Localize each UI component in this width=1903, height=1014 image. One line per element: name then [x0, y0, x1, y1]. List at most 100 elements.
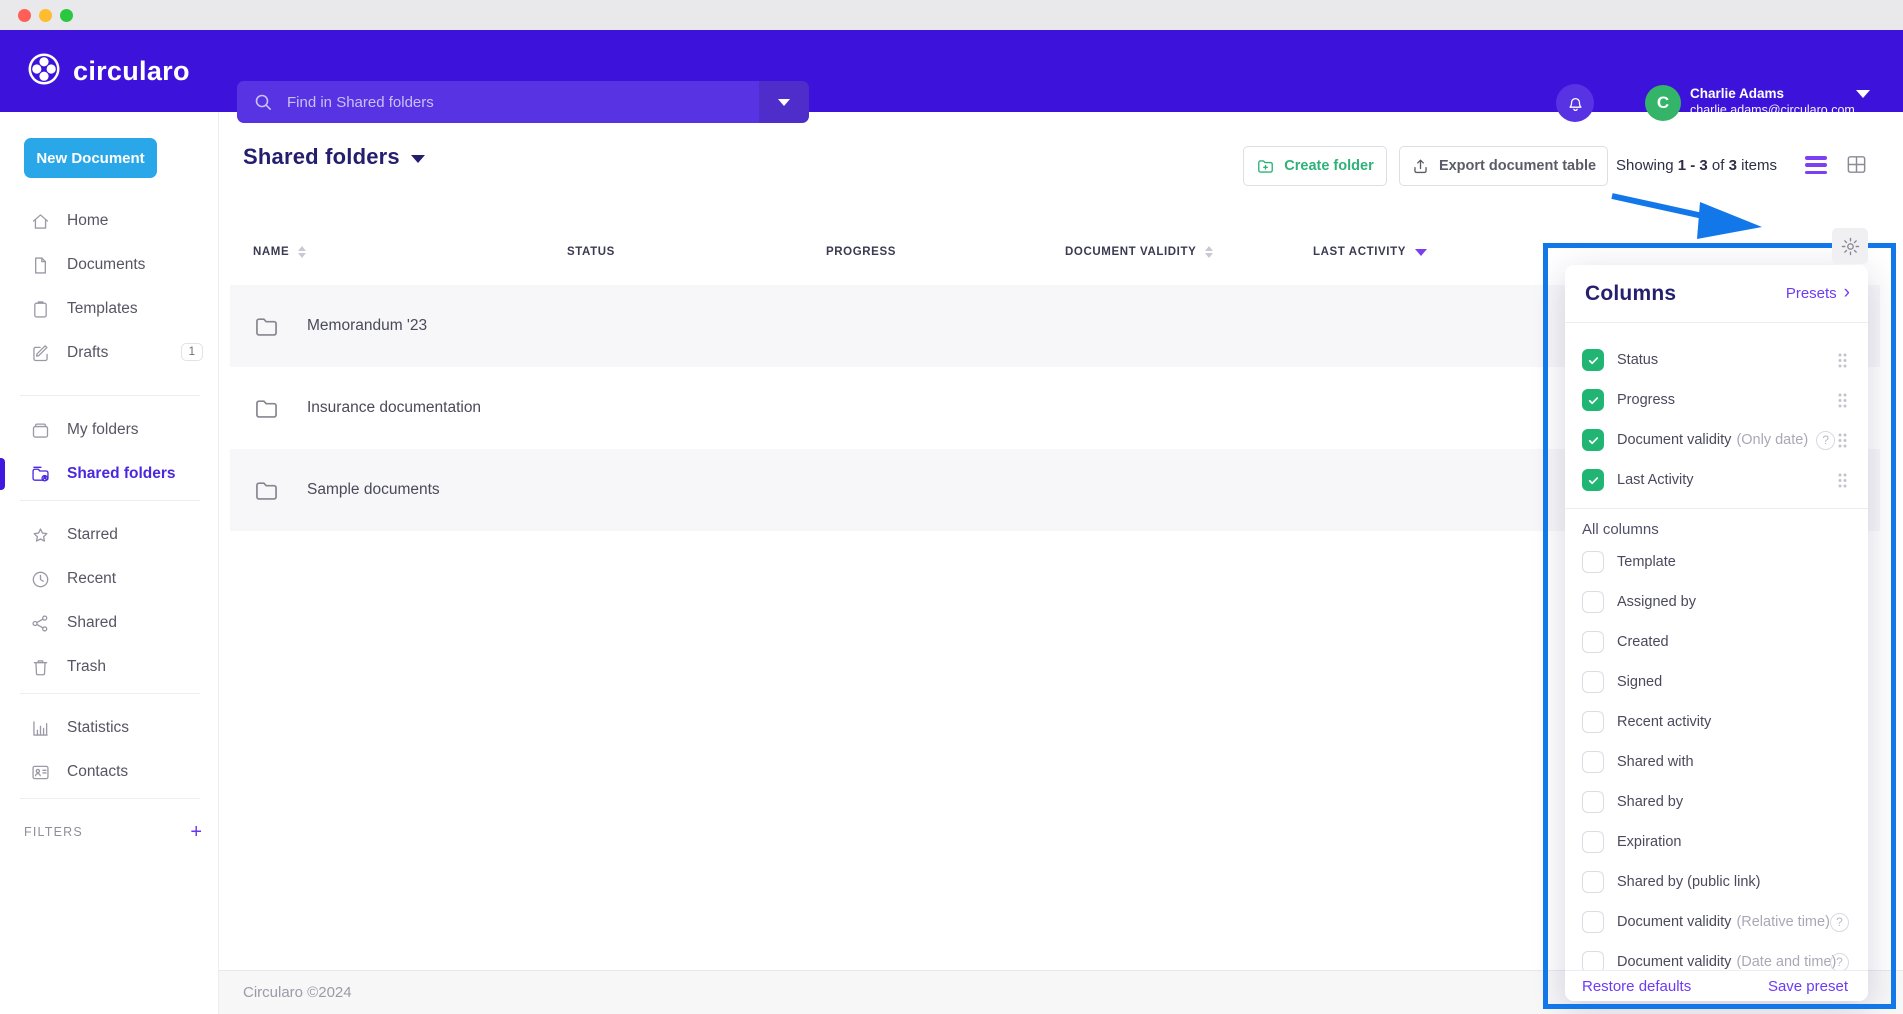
- columns-panel: Columns Presets › Status: [1565, 265, 1868, 1001]
- restore-defaults-link[interactable]: Restore defaults: [1582, 978, 1691, 995]
- home-icon: [29, 210, 51, 232]
- export-document-table-button[interactable]: Export document table: [1399, 146, 1608, 186]
- items-count-status: Showing 1 - 3 of 3 items: [1616, 157, 1777, 174]
- new-document-button[interactable]: New Document: [24, 138, 157, 178]
- sidebar-item[interactable]: Shared folders: [0, 452, 219, 496]
- checkbox-unchecked[interactable]: [1582, 791, 1604, 813]
- columns-panel-footer: Restore defaults Save preset: [1565, 970, 1868, 1001]
- table-column-header[interactable]: STATUS: [567, 246, 615, 258]
- user-avatar[interactable]: C: [1645, 85, 1681, 121]
- search-bar: [237, 81, 809, 123]
- sidebar-item[interactable]: Home: [0, 199, 219, 243]
- sidebar-item-label: Recent: [67, 570, 116, 588]
- star-icon: [29, 524, 51, 546]
- presets-link[interactable]: Presets ›: [1786, 285, 1850, 302]
- columns-panel-header: Columns Presets ›: [1565, 265, 1868, 323]
- save-preset-link[interactable]: Save preset: [1768, 978, 1848, 995]
- drag-handle[interactable]: [1837, 432, 1848, 449]
- column-toggle-row: Created: [1565, 622, 1868, 662]
- checkbox-unchecked[interactable]: [1582, 911, 1604, 933]
- checkbox-unchecked[interactable]: [1582, 551, 1604, 573]
- window-close-button[interactable]: [18, 9, 31, 22]
- sidebar-item-label: My folders: [67, 421, 139, 439]
- help-icon[interactable]: ?: [1830, 953, 1849, 972]
- table-column-header[interactable]: DOCUMENT VALIDITY: [1065, 246, 1213, 258]
- checkbox-unchecked[interactable]: [1582, 751, 1604, 773]
- checkbox-unchecked[interactable]: [1582, 671, 1604, 693]
- folder-icon: [253, 395, 280, 422]
- column-settings-button[interactable]: [1832, 228, 1868, 264]
- template-icon: [29, 298, 51, 320]
- checkbox-checked[interactable]: [1582, 469, 1604, 491]
- sort-desc-icon[interactable]: [1415, 249, 1427, 256]
- column-toggle-row: Expiration: [1565, 822, 1868, 862]
- sort-icon[interactable]: [298, 246, 306, 258]
- sidebar-item[interactable]: Starred: [0, 513, 219, 557]
- checkbox-checked[interactable]: [1582, 349, 1604, 371]
- checkbox-unchecked[interactable]: [1582, 631, 1604, 653]
- list-view-toggle[interactable]: [1805, 156, 1827, 174]
- column-label: Assigned by: [1617, 594, 1696, 610]
- column-note: (Date and time): [1736, 954, 1836, 970]
- circularo-logo-icon: [26, 51, 62, 92]
- all-columns-label: All columns: [1582, 521, 1868, 538]
- user-menu[interactable]: Charlie Adams charlie.adams@circularo.co…: [1690, 86, 1855, 119]
- help-icon[interactable]: ?: [1816, 431, 1835, 450]
- drag-handle[interactable]: [1837, 352, 1848, 369]
- sidebar-item[interactable]: Contacts: [0, 750, 219, 794]
- checkbox-checked[interactable]: [1582, 429, 1604, 451]
- sidebar-item[interactable]: My folders: [0, 408, 219, 452]
- column-toggle-row: Shared by: [1565, 782, 1868, 822]
- column-label: Progress: [1617, 392, 1675, 408]
- column-label: Document validity: [1617, 432, 1731, 448]
- table-column-header[interactable]: PROGRESS: [826, 246, 896, 258]
- folder-name: Insurance documentation: [307, 399, 481, 417]
- checkbox-unchecked[interactable]: [1582, 711, 1604, 733]
- create-folder-button[interactable]: Create folder: [1243, 146, 1387, 186]
- checkbox-unchecked[interactable]: [1582, 831, 1604, 853]
- search-scope-dropdown[interactable]: [759, 81, 809, 123]
- window-zoom-button[interactable]: [60, 9, 73, 22]
- page-title[interactable]: Shared folders: [243, 144, 425, 170]
- column-label: Document validity: [1617, 954, 1731, 970]
- user-menu-chevron-icon[interactable]: [1856, 98, 1870, 116]
- sidebar-item[interactable]: Statistics: [0, 706, 219, 750]
- column-note: (Only date): [1736, 432, 1808, 448]
- chevron-down-icon: [411, 155, 425, 163]
- window-minimize-button[interactable]: [39, 9, 52, 22]
- drag-handle[interactable]: [1837, 392, 1848, 409]
- visible-columns-list: Status Progress: [1565, 323, 1868, 509]
- sidebar-item[interactable]: Shared: [0, 601, 219, 645]
- table-column-header[interactable]: NAME: [253, 246, 306, 258]
- checkbox-checked[interactable]: [1582, 389, 1604, 411]
- filters-section: FILTERS +: [0, 812, 219, 852]
- check-icon: [1587, 394, 1600, 407]
- contacts-icon: [29, 761, 51, 783]
- help-icon[interactable]: ?: [1830, 913, 1849, 932]
- sidebar-divider: [20, 395, 200, 396]
- sidebar-item-label: Starred: [67, 526, 118, 544]
- checkbox-unchecked[interactable]: [1582, 871, 1604, 893]
- sidebar-divider: [20, 500, 200, 501]
- drafts-count-badge: 1: [181, 343, 203, 361]
- grid-view-toggle[interactable]: [1845, 153, 1868, 181]
- search-input[interactable]: [285, 93, 809, 112]
- column-label: Expiration: [1617, 834, 1681, 850]
- table-column-header[interactable]: LAST ACTIVITY: [1313, 246, 1427, 258]
- sort-icon[interactable]: [1205, 246, 1213, 258]
- hidden-columns-list: Template Assigned by Created Signed: [1565, 542, 1868, 982]
- sidebar-item[interactable]: Templates: [0, 287, 219, 331]
- copyright-text: Circularo ©2024: [243, 984, 352, 1001]
- sidebar-item[interactable]: Drafts 1: [0, 331, 219, 375]
- sidebar-item[interactable]: Trash: [0, 645, 219, 689]
- column-label: Last Activity: [1617, 472, 1694, 488]
- column-label: Document validity: [1617, 914, 1731, 930]
- sidebar-item[interactable]: Recent: [0, 557, 219, 601]
- checkbox-unchecked[interactable]: [1582, 591, 1604, 613]
- add-filter-button[interactable]: +: [190, 822, 202, 842]
- statistics-icon: [29, 717, 51, 739]
- sidebar-item-label: Templates: [67, 300, 138, 318]
- notifications-button[interactable]: [1556, 84, 1594, 122]
- brand-logo[interactable]: circularo: [26, 30, 190, 112]
- drag-handle[interactable]: [1837, 472, 1848, 489]
